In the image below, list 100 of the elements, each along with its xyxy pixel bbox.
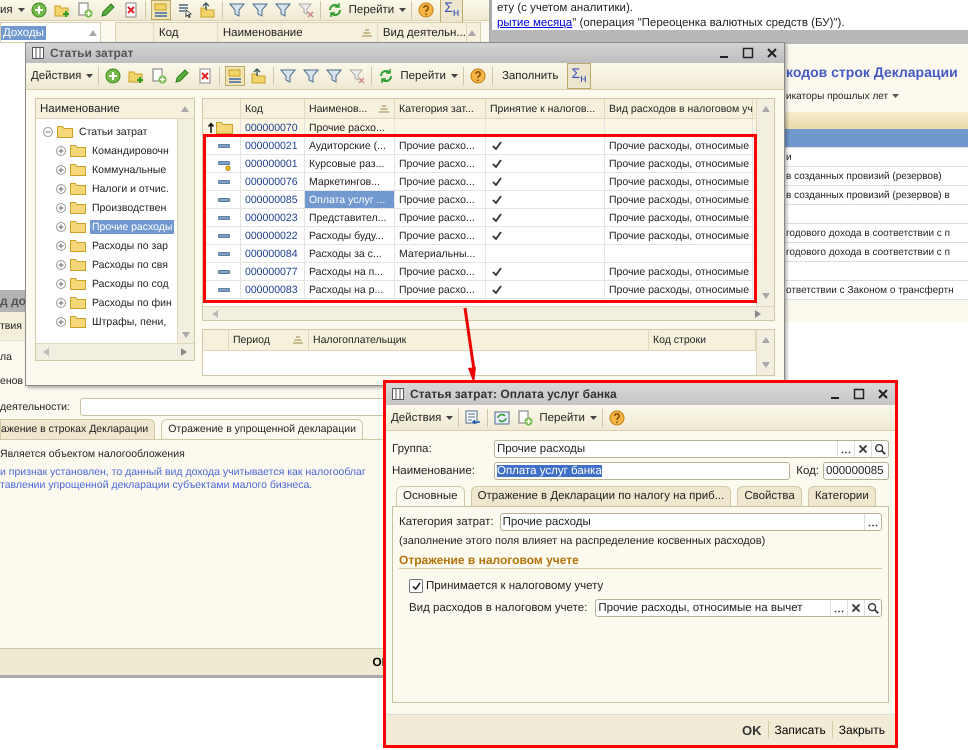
maximize-button[interactable]	[742, 47, 754, 59]
goto-menu[interactable]: Перейти	[539, 412, 585, 424]
tree-item[interactable]: Командировочн	[90, 144, 171, 158]
table-cell[interactable]: Расходы за с...	[305, 245, 395, 262]
pencil-icon[interactable]	[173, 67, 192, 85]
close-button[interactable]	[766, 47, 778, 59]
tab[interactable]: Отражение в Декларации по налогу на приб...	[470, 486, 732, 506]
tree-item[interactable]: Штрафы, пени,	[90, 314, 168, 328]
tree-item[interactable]: Расходы по сод	[90, 276, 171, 290]
expand-icon[interactable]	[56, 240, 66, 250]
input-field[interactable]	[80, 398, 386, 416]
table-row[interactable]: в созданных провизий (резервов) в	[782, 186, 968, 205]
goto-menu[interactable]: Перейти	[348, 4, 394, 16]
expand-icon[interactable]	[56, 316, 66, 326]
search-icon[interactable]	[871, 441, 888, 457]
tree-item[interactable]: Расходы по зар	[90, 238, 170, 252]
group-field[interactable]: Прочие расходы	[494, 440, 889, 458]
expand-icon[interactable]	[56, 146, 66, 156]
expand-icon[interactable]	[56, 260, 66, 270]
expense-type-field[interactable]: Прочие расходы, относимые на вычет	[595, 599, 882, 617]
column-header[interactable]: Принятие к налогов...	[486, 99, 605, 118]
table-cell[interactable]: Прочие расхо...	[305, 119, 395, 136]
table-cell[interactable]: Расходы на п...	[305, 263, 395, 280]
tab[interactable]: ажение в строках Декларации	[0, 419, 156, 439]
filter-icon[interactable]	[228, 1, 246, 19]
filter-clear-icon[interactable]	[296, 1, 315, 19]
column-header[interactable]: Код	[241, 99, 305, 118]
filter-icon[interactable]	[274, 1, 292, 19]
filter-icon[interactable]	[250, 1, 269, 19]
expand-icon[interactable]	[56, 202, 66, 212]
column-header[interactable]: Налогоплательщик	[309, 330, 649, 350]
tree-item[interactable]: Расходы по свя	[90, 258, 170, 272]
maximize-button[interactable]	[853, 388, 865, 400]
sum-button[interactable]: Σ$_{н}$	[567, 63, 591, 89]
column-header[interactable]: Наименование	[222, 26, 303, 38]
tab[interactable]: Основные	[396, 486, 465, 506]
table-row[interactable]	[782, 129, 968, 148]
column-header[interactable]: Период	[233, 334, 270, 346]
scroll-right-button[interactable]	[754, 308, 762, 318]
goto-menu[interactable]: Перейти	[400, 70, 446, 82]
column-header[interactable]: Категория зат...	[395, 99, 486, 118]
expand-icon[interactable]	[56, 184, 66, 194]
search-icon[interactable]	[864, 600, 881, 616]
tab[interactable]: Свойства	[737, 486, 802, 506]
collapse-icon[interactable]	[43, 126, 53, 136]
help-icon[interactable]	[417, 1, 436, 19]
table-row[interactable]: годового дохода в соответствии с п	[782, 224, 968, 243]
scroll-right-button[interactable]	[180, 347, 188, 357]
copy-add-icon[interactable]	[516, 408, 534, 426]
scrollbar[interactable]	[177, 119, 194, 343]
table-row[interactable]: и	[782, 148, 968, 167]
ok-button[interactable]: OK	[736, 720, 768, 740]
folder-up-icon[interactable]	[198, 1, 217, 19]
actions-menu[interactable]: Действия	[391, 412, 442, 424]
list-arrow-icon[interactable]	[464, 408, 482, 426]
save-button[interactable]: Записать	[768, 721, 832, 739]
scrollbar[interactable]	[36, 343, 194, 360]
table-row[interactable]: годового дохода в соответствии с п	[782, 243, 968, 262]
help-icon[interactable]	[468, 67, 487, 85]
hierarchy-icon[interactable]	[150, 0, 171, 20]
filter-icon[interactable]	[279, 67, 298, 85]
expand-icon[interactable]	[56, 164, 66, 174]
checkbox-label[interactable]: Принимается к налоговому учету	[426, 580, 604, 592]
tree-item[interactable]: Налоги и отчис.	[90, 182, 171, 196]
actions-menu[interactable]: твия	[0, 320, 22, 332]
table-cell[interactable]: Аудиторские (...	[305, 137, 395, 154]
table-row[interactable]: в созданных провизий (резервов)	[782, 167, 968, 186]
scrollbar[interactable]	[203, 306, 774, 320]
checkbox-label[interactable]: Является объектом налогообложения	[0, 448, 386, 460]
expand-icon[interactable]	[56, 298, 66, 308]
actions-menu[interactable]: ия	[0, 4, 13, 16]
tab[interactable]: Категории	[808, 486, 876, 506]
add-icon[interactable]	[104, 67, 122, 85]
column-header[interactable]: Наименов...	[309, 102, 368, 114]
copy-add-icon[interactable]	[150, 67, 168, 85]
expand-icon[interactable]	[56, 278, 66, 288]
folder-up-icon[interactable]	[250, 67, 268, 85]
close-button[interactable]: Закрыть	[832, 721, 891, 739]
pencil-icon[interactable]	[98, 1, 117, 19]
table-cell[interactable]: Расходы буду...	[305, 227, 395, 244]
table-cell[interactable]: Курсовые раз...	[305, 155, 395, 172]
column-header[interactable]: Вид расходов в налоговом уч	[605, 99, 753, 118]
expand-icon[interactable]	[56, 222, 66, 232]
filter-clear-icon[interactable]	[348, 67, 366, 85]
tree-item[interactable]: Статьи затрат	[77, 124, 150, 138]
filter-icon[interactable]	[302, 67, 320, 85]
table-cell[interactable]: Расходы на р...	[305, 281, 395, 298]
sum-button[interactable]: Σ$_{н}$	[440, 0, 464, 23]
fill-button[interactable]: Заполнить	[498, 68, 562, 84]
hierarchy-icon[interactable]	[225, 66, 246, 86]
filter-icon[interactable]	[325, 67, 344, 85]
link[interactable]: рытие месяца	[497, 17, 572, 29]
checkbox[interactable]	[409, 579, 423, 593]
help-icon[interactable]	[608, 408, 626, 426]
refresh-icon[interactable]	[493, 408, 512, 426]
code-field[interactable]: 000000085	[823, 462, 889, 480]
tree-item[interactable]: Коммунальные	[90, 162, 168, 176]
category-field[interactable]: Прочие расходы	[500, 513, 882, 531]
copy-add-icon[interactable]	[76, 1, 94, 19]
table-cell[interactable]: Маркетингов...	[305, 173, 395, 190]
